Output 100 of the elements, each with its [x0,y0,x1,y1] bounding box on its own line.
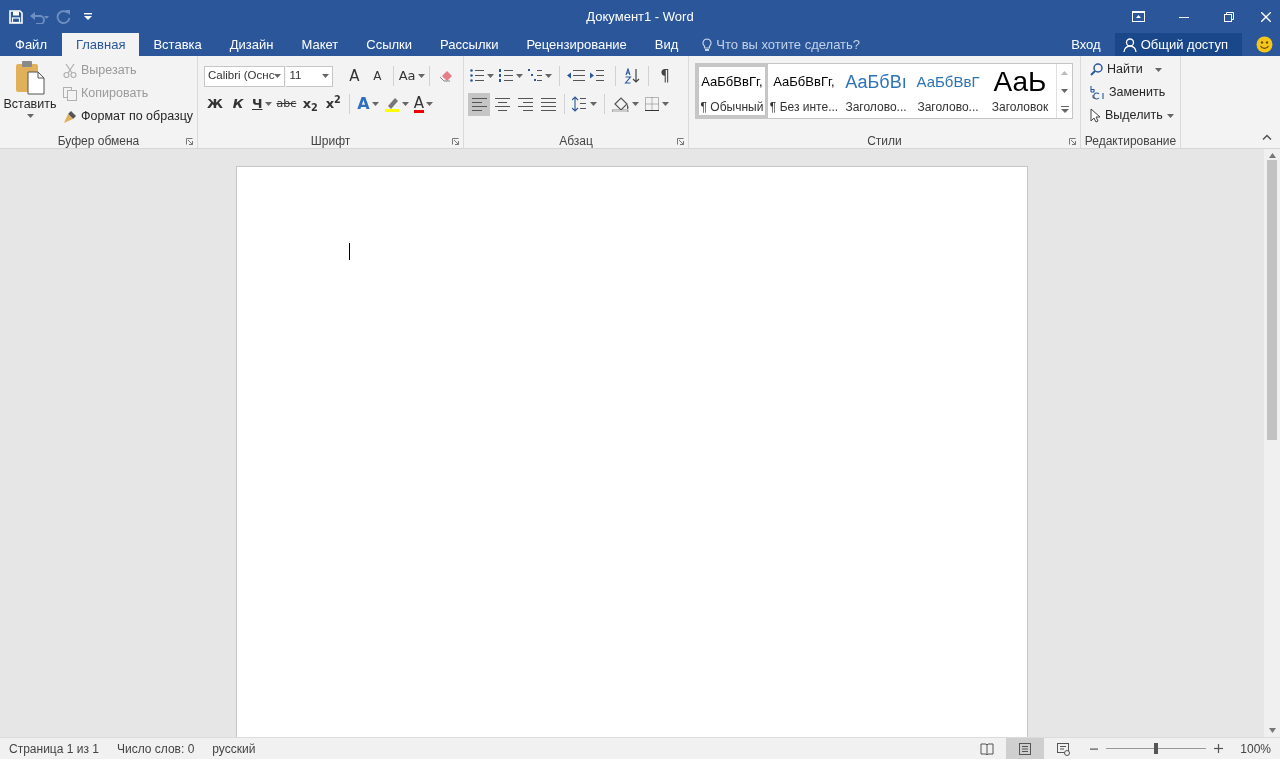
grow-font-button[interactable]: A [343,64,366,88]
bold-button[interactable]: Ж [204,92,226,116]
launcher-icon [1069,138,1076,145]
vertical-scrollbar[interactable] [1264,149,1280,737]
ribbon-tab[interactable]: Рецензирование [512,33,641,56]
find-button[interactable]: Найти [1087,58,1174,81]
undo-icon [30,9,50,24]
text-effects-button[interactable]: A [355,92,381,116]
web-view-icon [1056,741,1071,756]
restore-icon [1223,11,1234,22]
ribbon-tab[interactable]: Рассылки [426,33,513,56]
collapse-ribbon-button[interactable] [1262,134,1272,140]
window-title: Документ1 - Word [586,7,694,26]
print-view-button[interactable] [1006,738,1045,759]
strikethrough-button[interactable]: abc [274,92,299,116]
font-color-button[interactable]: A [411,92,435,116]
select-button[interactable]: Выделить [1087,104,1174,127]
caret-icon [632,102,639,106]
group-label: Буфер обмена [56,133,141,148]
ribbon-options-icon [1132,11,1145,22]
sign-in-link[interactable]: Вход [1063,33,1109,56]
copy-icon [63,86,77,101]
pointer-icon [1090,108,1101,123]
caret-icon [264,102,272,106]
group-label: Шрифт [309,133,352,148]
superscript-button[interactable]: x$^{2}$ [322,92,345,116]
redo-icon [56,9,72,24]
clipboard-icon [14,59,46,95]
scissors-icon [63,63,77,78]
font-name-field[interactable]: Calibri (Оснс [204,65,286,87]
line-spacing-icon [572,96,588,112]
dialog-launcher-button[interactable] [452,138,459,145]
show-marks-button[interactable]: ¶ [654,64,676,88]
customize-icon [84,12,92,21]
close-icon [1260,11,1271,22]
group-label: Редактирование [1083,133,1178,148]
font-size-field[interactable]: 11 [286,65,334,87]
ribbon-tab[interactable]: Вид [640,33,693,56]
borders-icon [644,96,660,112]
caret-icon [662,102,669,106]
ribbon-tab[interactable]: Главная [61,33,140,56]
align-center-icon [494,96,510,112]
paste-button[interactable]: Вставить [4,59,56,132]
scroll-up-icon [1268,153,1276,158]
caret-icon [322,74,330,78]
highlighter-icon [383,96,400,112]
change-case-button[interactable]: Aa [399,64,425,88]
zoom-level[interactable]: 100% [1231,739,1280,758]
caret-icon [487,74,494,78]
word-count[interactable]: Число слов: 0 [107,739,204,758]
caret-icon [1154,67,1162,72]
ribbon-tab[interactable]: Дизайн [215,33,288,56]
plus-icon [1214,744,1224,753]
multilevel-list-icon [528,68,543,84]
underline-button[interactable]: Ч [250,92,274,116]
subscript-button[interactable]: x$_{2}$ [299,92,322,116]
caret-icon [371,102,379,106]
zoom-in-button[interactable] [1214,744,1224,753]
text-cursor [349,243,350,260]
ribbon-tab[interactable]: Макет [287,33,353,56]
caret-icon [516,74,523,78]
caret-icon [274,74,282,78]
share-button[interactable]: Общий доступ [1114,33,1242,56]
group-label: Стили [866,133,903,148]
save-icon [9,9,23,24]
group-label: Абзац [558,133,594,148]
page-count[interactable]: Страница 1 из 1 [0,739,108,758]
sort-icon [624,68,640,84]
brush-icon [63,109,77,124]
dialog-launcher-button[interactable] [677,138,684,145]
launcher-icon [452,138,459,145]
align-right-icon [517,96,533,112]
person-icon [1122,37,1137,52]
numbered-list-icon [499,68,514,84]
ribbon-tab[interactable]: Вставка [139,33,216,56]
outdent-icon [567,68,585,84]
replace-button[interactable]: Заменить [1087,81,1174,104]
down-icon [1061,89,1068,93]
language-indicator[interactable]: русский [203,739,265,758]
ribbon-tab[interactable]: Файл [0,33,62,56]
align-left-button[interactable] [468,92,490,116]
caret-icon [26,113,34,118]
shrink-font-button[interactable]: A [366,64,389,88]
caret-icon [401,102,409,106]
dialog-launcher-button[interactable] [1069,138,1076,145]
italic-button[interactable]: К [227,92,249,116]
dialog-launcher-button[interactable] [186,138,193,145]
style-item[interactable]: АаБбВвГг, ¶ Обычный [696,64,768,118]
ribbon-tab[interactable]: Ссылки [352,33,427,56]
caret-icon [425,102,433,106]
caret-icon [1166,113,1174,118]
tell-me-field[interactable]: Что вы хотите сделать? [716,34,887,55]
more-icon [1060,105,1069,113]
chevron-up-icon [1262,134,1272,140]
caret-icon [417,74,425,78]
painter-button[interactable]: Формат по образцу [60,105,197,128]
search-icon [1090,63,1103,76]
up-icon [1061,71,1068,75]
read-view-icon [980,741,995,756]
caret-icon [590,102,597,106]
